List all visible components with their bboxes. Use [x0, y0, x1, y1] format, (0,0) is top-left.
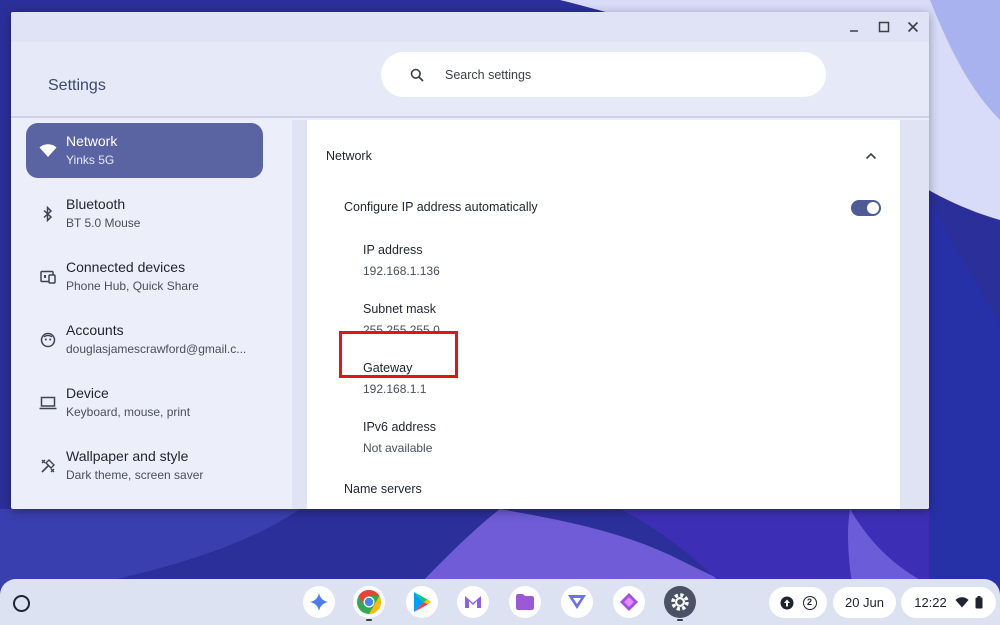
tray-notifications[interactable]: 2 — [769, 587, 827, 618]
title-bar[interactable] — [11, 12, 929, 42]
sidebar-item-bluetooth[interactable]: Bluetooth BT 5.0 Mouse — [26, 186, 263, 241]
account-face-icon — [38, 330, 58, 350]
launcher-icon[interactable] — [13, 595, 30, 612]
settings-gear-icon[interactable] — [664, 586, 696, 618]
gmail-icon[interactable] — [457, 586, 489, 618]
field-label: Subnet mask — [363, 302, 436, 316]
shortcuts-icon[interactable] — [613, 586, 645, 618]
field-value: 192.168.1.136 — [363, 264, 440, 278]
sidebar-item-subtitle: Yinks 5G — [66, 153, 115, 167]
sidebar-item-subtitle: Keyboard, mouse, print — [66, 405, 191, 419]
laptop-icon — [38, 393, 58, 413]
sidebar: Network Yinks 5G Bluetooth BT 5.0 Mouse … — [11, 120, 293, 509]
section-title: Network — [326, 149, 372, 163]
sidebar-item-subtitle: Phone Hub, Quick Share — [66, 279, 199, 293]
chevron-up-icon[interactable] — [863, 148, 879, 164]
close-icon[interactable] — [902, 17, 924, 37]
search-icon — [408, 66, 426, 84]
chrome-running-indicator — [366, 619, 372, 621]
sidebar-item-connected-devices[interactable]: Connected devices Phone Hub, Quick Share — [26, 249, 263, 304]
sidebar-item-network[interactable]: Network Yinks 5G — [26, 123, 263, 178]
palette-brush-icon — [38, 456, 58, 476]
play-store-icon[interactable] — [406, 586, 438, 618]
vpn-icon[interactable] — [561, 586, 593, 618]
battery-icon — [975, 596, 983, 609]
search-input[interactable]: Search settings — [445, 68, 531, 82]
files-icon[interactable] — [509, 586, 541, 618]
tray-status[interactable]: 12:22 — [901, 587, 996, 618]
wifi-status-icon — [955, 597, 969, 608]
sidebar-item-wallpaper[interactable]: Wallpaper and style Dark theme, screen s… — [26, 438, 263, 493]
settings-window: Settings Search settings Network Yinks 5… — [11, 12, 929, 509]
ipv6-address-field: IPv6 address Not available — [363, 420, 436, 455]
sidebar-item-title: Accounts — [66, 322, 124, 338]
time-text: 12:22 — [914, 595, 947, 610]
gemini-icon[interactable] — [303, 586, 335, 618]
maximize-icon[interactable] — [873, 17, 895, 37]
minimize-icon[interactable] — [843, 17, 865, 37]
content-area: Network Configure IP address automatical… — [292, 120, 929, 509]
shelf: 2 20 Jun 12:22 — [0, 579, 1000, 625]
configure-ip-toggle[interactable] — [851, 200, 881, 216]
bluetooth-icon — [38, 204, 58, 224]
field-label: IPv6 address — [363, 420, 436, 434]
name-servers-label: Name servers — [344, 482, 422, 496]
connected-devices-icon — [38, 267, 58, 287]
field-label: IP address — [363, 243, 423, 257]
gateway-highlight-box — [339, 331, 458, 378]
upload-arrow-icon — [780, 596, 793, 609]
wifi-icon — [38, 141, 58, 161]
toggle-knob — [867, 202, 879, 214]
field-value: 192.168.1.1 — [363, 382, 427, 396]
sidebar-item-subtitle: Dark theme, screen saver — [66, 468, 204, 482]
sidebar-item-subtitle: douglasjamescrawford@gmail.c... — [66, 342, 247, 356]
sidebar-item-accounts[interactable]: Accounts douglasjamescrawford@gmail.c... — [26, 312, 263, 367]
network-card: Network Configure IP address automatical… — [307, 120, 900, 509]
sidebar-item-title: Bluetooth — [66, 196, 126, 212]
sidebar-item-title: Wallpaper and style — [66, 448, 189, 464]
settings-header: Settings Search settings — [11, 42, 929, 118]
sidebar-item-title: Device — [66, 385, 109, 401]
field-value: Not available — [363, 441, 433, 455]
chrome-icon[interactable] — [353, 586, 385, 618]
date-text: 20 Jun — [844, 595, 885, 610]
app-title: Settings — [48, 77, 106, 94]
notification-count-badge: 2 — [802, 595, 817, 610]
sidebar-item-device[interactable]: Device Keyboard, mouse, print — [26, 375, 263, 430]
tray-date[interactable]: 20 Jun — [833, 587, 896, 618]
sidebar-item-title: Connected devices — [66, 259, 186, 275]
search-bar[interactable]: Search settings — [381, 52, 826, 97]
ip-address-field: IP address 192.168.1.136 — [363, 243, 440, 278]
sidebar-item-subtitle: BT 5.0 Mouse — [66, 216, 141, 230]
sidebar-item-title: Network — [66, 133, 118, 149]
settings-running-indicator — [677, 619, 683, 621]
configure-ip-label: Configure IP address automatically — [344, 200, 538, 214]
